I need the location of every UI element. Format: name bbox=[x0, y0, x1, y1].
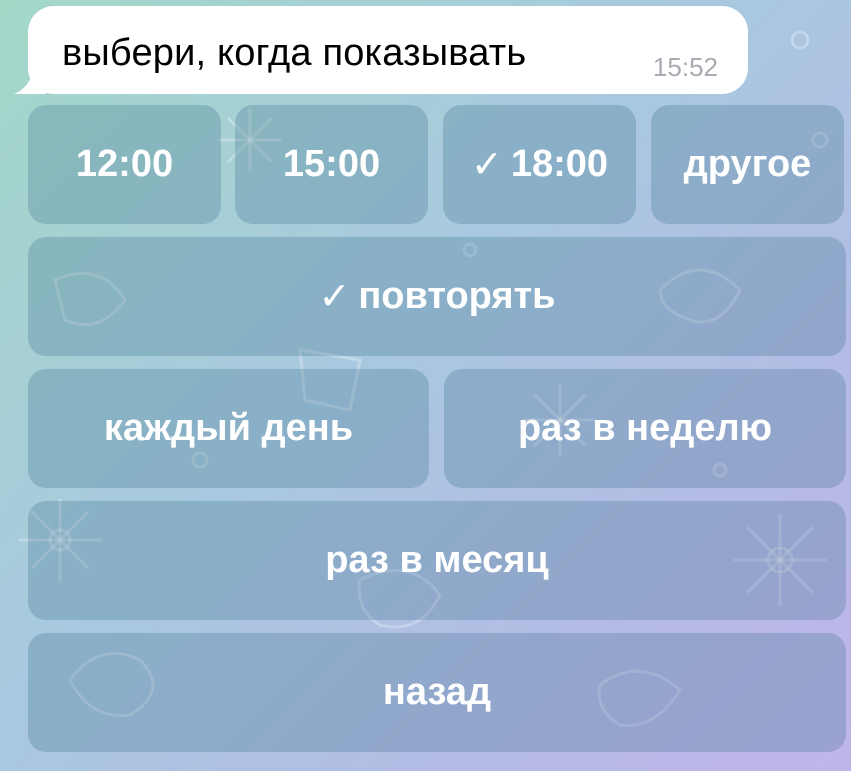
time-option-12-00-button[interactable]: 12:00 bbox=[28, 105, 221, 224]
button-label: раз в неделю bbox=[517, 407, 773, 449]
check-mark-icon: ✓ bbox=[318, 276, 351, 318]
repeat-toggle-button[interactable]: ✓ повторять bbox=[28, 237, 846, 356]
button-label: повторять bbox=[358, 275, 556, 317]
message-text: выбери, когда показывать bbox=[62, 32, 527, 74]
once-a-week-button[interactable]: раз в неделю bbox=[444, 369, 846, 488]
button-label: раз в месяц bbox=[325, 539, 549, 581]
button-label: каждый день bbox=[103, 407, 354, 449]
button-label: 15:00 bbox=[282, 143, 381, 185]
button-label: назад bbox=[382, 671, 492, 713]
check-mark-icon: ✓ bbox=[470, 144, 503, 186]
time-option-other-button[interactable]: другое bbox=[651, 105, 844, 224]
button-label: 18:00 bbox=[510, 143, 609, 185]
button-label: другое bbox=[683, 143, 812, 185]
time-option-15-00-button[interactable]: 15:00 bbox=[235, 105, 428, 224]
back-button[interactable]: назад bbox=[28, 633, 846, 752]
message-timestamp: 15:52 bbox=[652, 52, 718, 82]
every-day-button[interactable]: каждый день bbox=[28, 369, 429, 488]
time-option-18-00-button[interactable]: ✓ 18:00 bbox=[443, 105, 636, 224]
button-label: 12:00 bbox=[75, 143, 174, 185]
bubble-tail bbox=[14, 62, 46, 94]
once-a-month-button[interactable]: раз в месяц bbox=[28, 501, 846, 620]
message-bubble: выбери, когда показывать 15:52 bbox=[14, 6, 748, 94]
